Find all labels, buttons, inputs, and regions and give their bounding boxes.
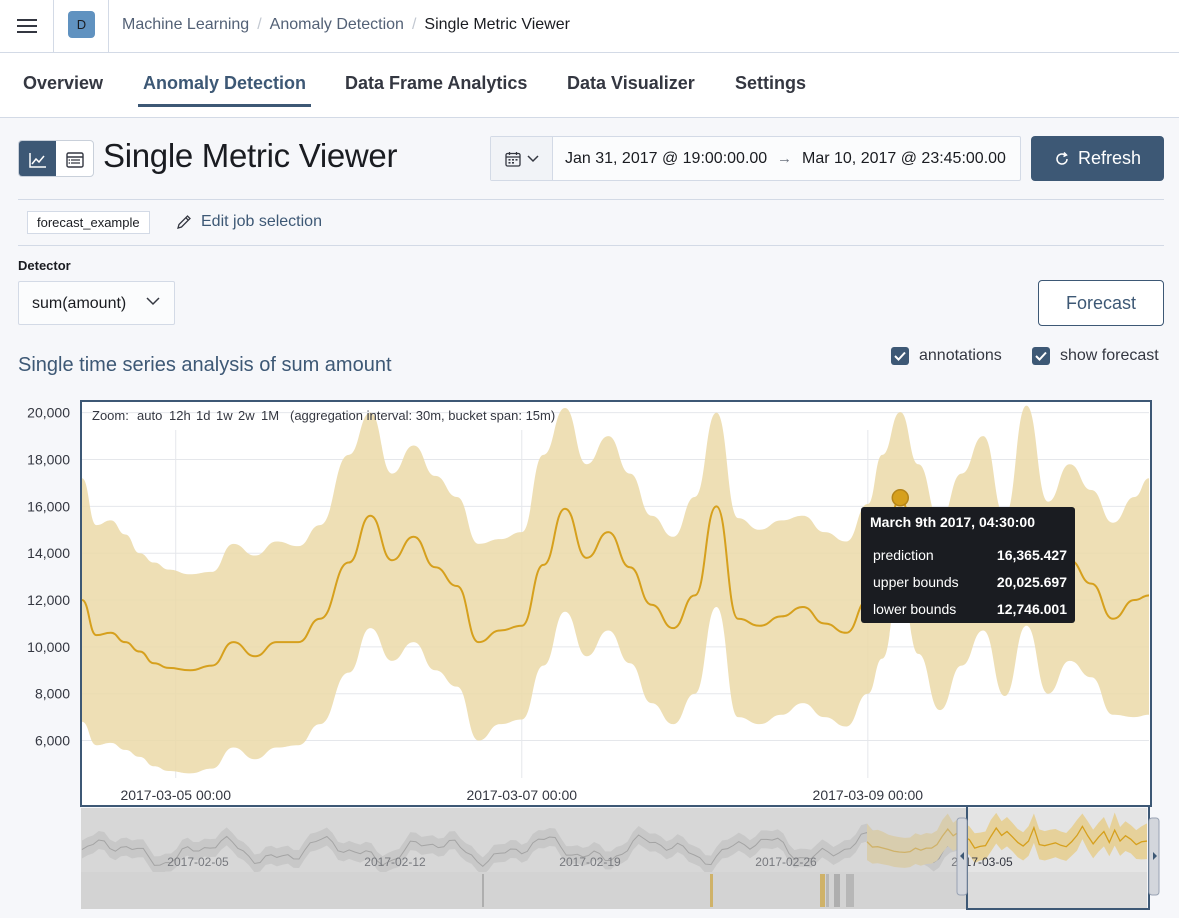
view-toggle-group bbox=[18, 140, 94, 177]
zoom-option-auto[interactable]: auto bbox=[137, 408, 162, 423]
tab-data-visualizer[interactable]: Data Visualizer bbox=[567, 73, 695, 104]
breadcrumb-separator: / bbox=[411, 16, 417, 33]
zoom-option-1d[interactable]: 1d bbox=[196, 408, 210, 423]
annotations-label: annotations bbox=[919, 347, 1002, 364]
chevron-down-icon bbox=[146, 297, 160, 306]
edit-job-label: Edit job selection bbox=[201, 213, 322, 230]
chart-tooltip: March 9th 2017, 04:30:00 prediction 16,3… bbox=[861, 507, 1075, 623]
x-tick-label: 2017-03-05 00:00 bbox=[120, 787, 231, 803]
zoom-option-12h[interactable]: 12h bbox=[169, 408, 191, 423]
y-tick-label: 14,000 bbox=[27, 545, 70, 561]
end-date[interactable]: Mar 10, 2017 @ 23:45:00.00 bbox=[802, 150, 1006, 168]
edit-job-selection-link[interactable]: Edit job selection bbox=[176, 213, 322, 231]
divider bbox=[18, 199, 1164, 200]
tab-overview[interactable]: Overview bbox=[23, 73, 103, 104]
aggregation-info: (aggregation interval: 30m, bucket span:… bbox=[290, 408, 555, 423]
header-divider bbox=[108, 0, 109, 52]
refresh-label: Refresh bbox=[1077, 148, 1142, 168]
tooltip-row-lower: lower bounds 12,746.001 bbox=[873, 601, 1067, 617]
breadcrumb-anomaly-detection[interactable]: Anomaly Detection bbox=[270, 16, 404, 34]
anomaly-explorer-view-button[interactable] bbox=[56, 141, 93, 176]
y-tick-label: 12,000 bbox=[27, 592, 70, 608]
y-tick-label: 8,000 bbox=[35, 686, 70, 702]
x-tick-label: 2017-03-09 00:00 bbox=[813, 787, 924, 803]
annotations-checkbox[interactable]: annotations bbox=[891, 347, 1002, 365]
y-tick-label: 18,000 bbox=[27, 452, 70, 468]
detector-label: Detector bbox=[18, 258, 71, 273]
line-chart-icon bbox=[28, 152, 46, 168]
tooltip-row-prediction: prediction 16,365.427 bbox=[873, 547, 1067, 563]
zoom-label: Zoom: bbox=[92, 408, 129, 423]
breadcrumb-machine-learning[interactable]: Machine Learning bbox=[122, 16, 249, 34]
tooltip-label: prediction bbox=[873, 547, 934, 563]
quick-menu-button[interactable] bbox=[491, 137, 553, 180]
tooltip-label: upper bounds bbox=[873, 574, 959, 590]
tab-data-frame-analytics[interactable]: Data Frame Analytics bbox=[345, 73, 527, 104]
detector-value: sum(amount) bbox=[32, 295, 127, 312]
ml-tabs: Overview Anomaly Detection Data Frame An… bbox=[0, 53, 1179, 118]
tab-anomaly-detection[interactable]: Anomaly Detection bbox=[138, 73, 312, 107]
detector-select[interactable]: sum(amount) bbox=[18, 281, 175, 325]
top-header: D Machine Learning / Anomaly Detection /… bbox=[0, 0, 1179, 53]
forecast-button[interactable]: Forecast bbox=[1038, 280, 1164, 326]
tooltip-label: lower bounds bbox=[873, 601, 957, 617]
context-unselected-mask bbox=[81, 808, 967, 909]
checkmark-icon bbox=[1032, 347, 1050, 365]
tooltip-value: 12,746.001 bbox=[996, 601, 1067, 617]
job-id-badge: forecast_example bbox=[27, 211, 150, 234]
single-metric-chart[interactable]: 20,000 18,000 16,000 14,000 12,000 10,000 8,00… bbox=[0, 398, 1179, 918]
x-tick-label: 2017-03-07 00:00 bbox=[467, 787, 578, 803]
single-metric-view-button[interactable] bbox=[19, 141, 56, 176]
tooltip-value: 16,365.427 bbox=[996, 547, 1067, 563]
y-tick-label: 16,000 bbox=[27, 498, 70, 514]
refresh-button[interactable]: Refresh bbox=[1031, 136, 1164, 181]
breadcrumb-separator: / bbox=[257, 16, 262, 33]
forecast-highlight-marker[interactable] bbox=[891, 489, 910, 507]
date-range-picker: Jan 31, 2017 @ 19:00:00.00 → Mar 10, 201… bbox=[490, 136, 1021, 181]
start-date[interactable]: Jan 31, 2017 @ 19:00:00.00 bbox=[565, 150, 767, 168]
checkmark-icon bbox=[891, 347, 909, 365]
show-forecast-checkbox[interactable]: show forecast bbox=[1032, 347, 1159, 365]
hamburger-icon bbox=[16, 19, 37, 33]
tooltip-title: March 9th 2017, 04:30:00 bbox=[870, 514, 1035, 530]
refresh-icon bbox=[1056, 151, 1068, 165]
page-title: Single Metric Viewer bbox=[103, 137, 398, 174]
y-tick-label: 20,000 bbox=[27, 405, 70, 421]
arrow-right-icon: → bbox=[777, 150, 792, 167]
zoom-option-1w[interactable]: 1w bbox=[216, 408, 233, 423]
y-axis: 20,000 18,000 16,000 14,000 12,000 10,000 8,00… bbox=[27, 405, 70, 749]
tooltip-value: 20,025.697 bbox=[996, 574, 1067, 590]
context-chart[interactable]: 2017-02-05 2017-02-12 2017-02-19 2017-02-26… bbox=[81, 805, 1160, 910]
breadcrumb-current: Single Metric Viewer bbox=[424, 16, 570, 33]
calendar-icon bbox=[504, 151, 521, 167]
chevron-down-icon bbox=[526, 154, 539, 162]
analysis-title: Single time series analysis of sum amoun… bbox=[18, 354, 392, 376]
breadcrumb: Machine Learning / Anomaly Detection / S… bbox=[122, 16, 570, 34]
zoom-option-1m[interactable]: 1M bbox=[261, 408, 279, 423]
pencil-icon bbox=[177, 215, 191, 229]
zoom-option-2w[interactable]: 2w bbox=[238, 408, 255, 423]
y-tick-label: 10,000 bbox=[27, 639, 70, 655]
tooltip-row-upper: upper bounds 20,025.697 bbox=[873, 574, 1067, 590]
tab-settings[interactable]: Settings bbox=[735, 73, 806, 104]
table-icon bbox=[65, 151, 84, 168]
y-tick-label: 6,000 bbox=[35, 733, 70, 749]
hamburger-menu-button[interactable] bbox=[0, 0, 54, 52]
space-avatar[interactable]: D bbox=[68, 11, 95, 38]
show-forecast-label: show forecast bbox=[1060, 347, 1159, 364]
divider bbox=[18, 245, 1164, 246]
